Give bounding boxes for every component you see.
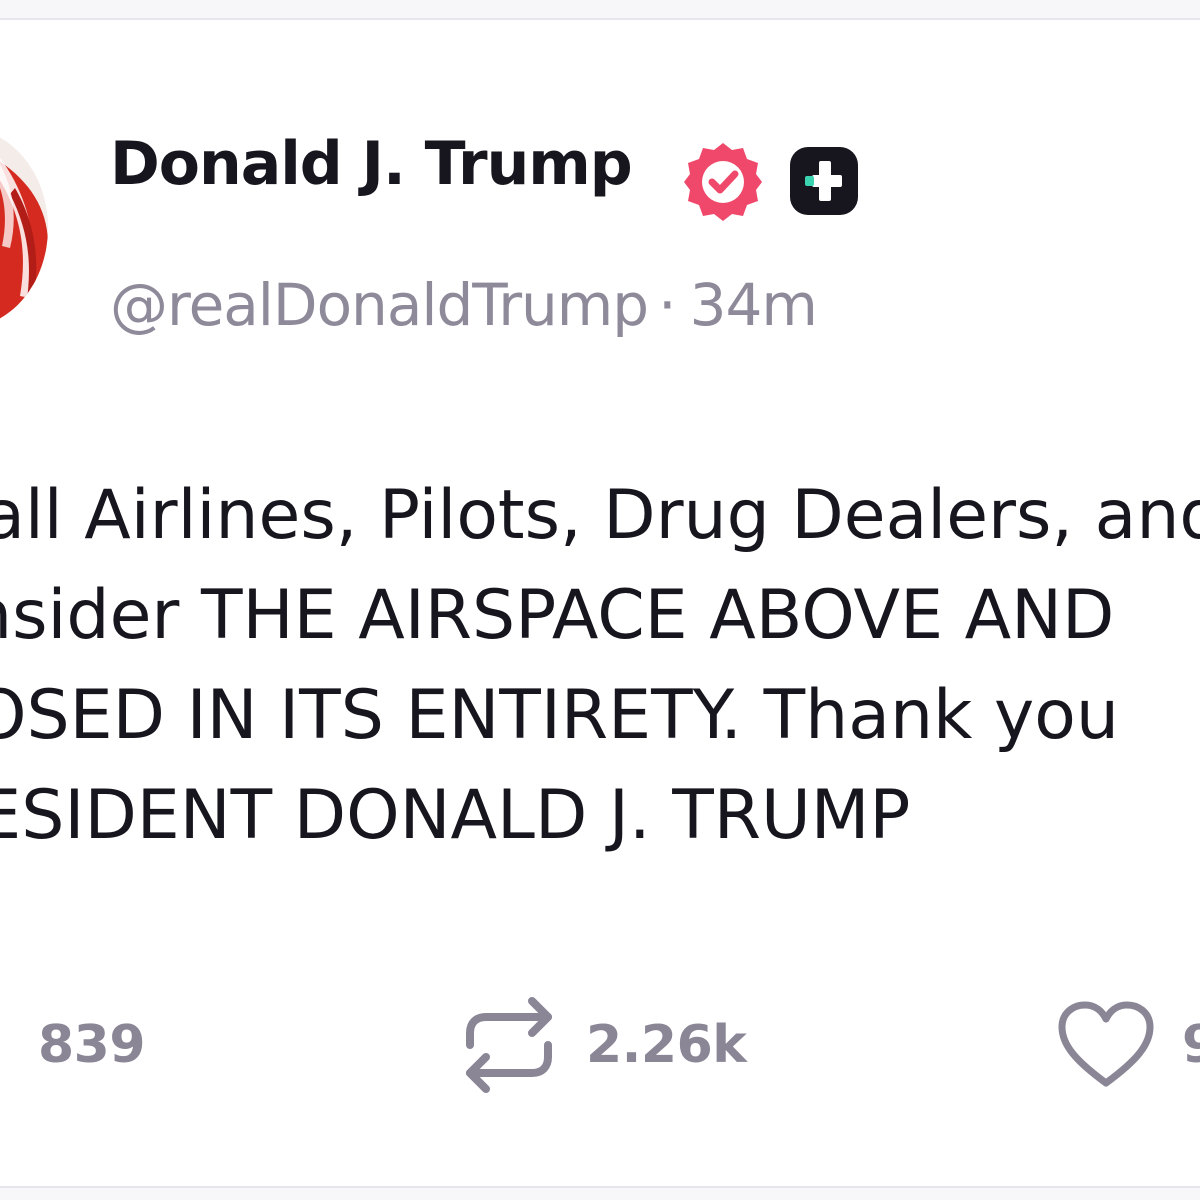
meta-separator: · bbox=[658, 271, 676, 339]
post-text-line: CLOSED IN ITS ENTIRETY. Thank you bbox=[0, 676, 1119, 755]
post-card[interactable]: Donald J. Trump @realDonaldTrump · 34m To … bbox=[0, 20, 1200, 1186]
repost-icon bbox=[466, 997, 552, 1093]
like-button[interactable]: 9 bbox=[1056, 980, 1200, 1110]
avatar[interactable] bbox=[0, 128, 48, 328]
post-body: To all Airlines, Pilots, Drug Dealers, a… bbox=[0, 466, 1200, 866]
post-text-line: To all Airlines, Pilots, Drug Dealers, a… bbox=[0, 476, 1200, 555]
like-count: 9 bbox=[1182, 1015, 1200, 1075]
author-meta: @realDonaldTrump · 34m bbox=[110, 260, 818, 350]
avatar-image bbox=[0, 128, 48, 328]
heart-icon bbox=[1058, 1001, 1154, 1087]
post-text-line: PRESIDENT DONALD J. TRUMP bbox=[0, 776, 911, 855]
top-divider bbox=[0, 0, 1200, 20]
repost-count: 2.26k bbox=[586, 1015, 747, 1075]
post-timestamp[interactable]: 34m bbox=[690, 271, 818, 339]
verified-badge-icon bbox=[684, 143, 762, 221]
truth-plus-badge-icon bbox=[790, 147, 858, 215]
reply-button[interactable]: 839 bbox=[0, 980, 146, 1110]
author-handle[interactable]: @realDonaldTrump bbox=[110, 271, 649, 339]
repost-button[interactable]: 2.26k bbox=[462, 980, 747, 1110]
reply-icon bbox=[0, 995, 4, 1095]
post-actions-bar: 839 2.26k 9 bbox=[0, 980, 1200, 1110]
author-display-name[interactable]: Donald J. Trump bbox=[110, 124, 633, 204]
reply-count: 839 bbox=[38, 1015, 146, 1075]
bottom-divider bbox=[0, 1186, 1200, 1200]
post-text-line: consider THE AIRSPACE ABOVE AND bbox=[0, 576, 1115, 655]
